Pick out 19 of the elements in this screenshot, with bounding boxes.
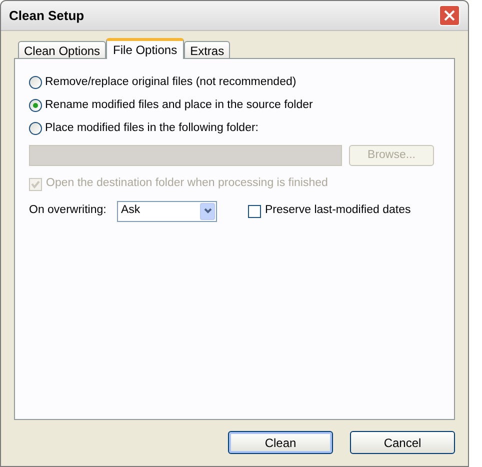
close-button[interactable] xyxy=(439,5,460,26)
dialog-button[interactable]: Cancel xyxy=(350,431,455,454)
overwrite-dropdown[interactable]: Ask xyxy=(117,200,217,222)
checkbox-label: Preserve last-modified dates xyxy=(265,203,411,218)
radio-label: Remove/replace original files (not recommended) xyxy=(45,74,296,90)
dialog-button[interactable]: Clean xyxy=(228,431,333,454)
radio-label: Rename modified files and place in the source folder xyxy=(45,98,313,113)
close-icon xyxy=(444,10,455,21)
radio-label: Place modified files in the following folder: xyxy=(45,120,259,136)
radio-button[interactable] xyxy=(29,99,42,112)
checkbox[interactable] xyxy=(248,204,261,218)
tab[interactable]: Clean Options xyxy=(18,41,106,59)
window-title: Clean Setup xyxy=(9,6,84,25)
radio-button[interactable] xyxy=(29,122,42,135)
radio-button[interactable] xyxy=(29,76,42,89)
field-label: On overwriting: xyxy=(29,203,108,218)
tab[interactable]: Extras xyxy=(184,41,230,59)
checkbox-label: Open the destination folder when processing is finished xyxy=(46,176,328,192)
tab[interactable]: File Options xyxy=(106,38,184,59)
